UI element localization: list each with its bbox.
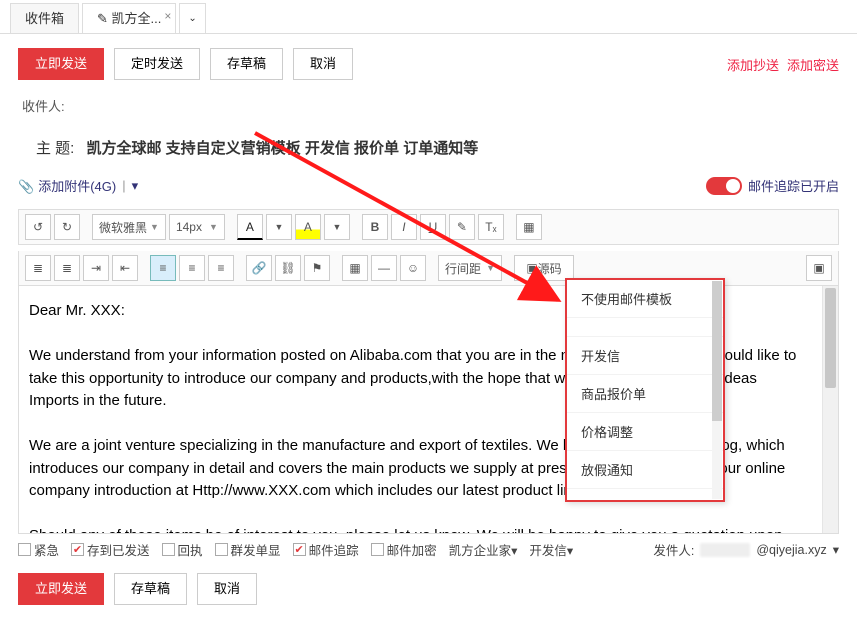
template-item-blank[interactable]	[567, 318, 723, 337]
indent-button[interactable]: ⇥	[83, 255, 109, 281]
add-bcc-link[interactable]: 添加密送	[787, 55, 839, 74]
tab-compose-label: 凯方全...	[112, 11, 162, 26]
template-item-price[interactable]: 价格调整	[567, 413, 723, 451]
template-item-pi[interactable]: PI报价单	[567, 489, 723, 500]
underline-button[interactable]: U	[420, 214, 446, 240]
tab-inbox[interactable]: 收件箱	[10, 3, 79, 33]
sender-label: 发件人:	[653, 540, 694, 559]
insert-image-button[interactable]: ▦	[516, 214, 542, 240]
template-item-quote[interactable]: 商品报价单	[567, 375, 723, 413]
add-attachment-link[interactable]: 添加附件(4G)	[18, 176, 116, 195]
tab-compose[interactable]: ✎ 凯方全... ×	[82, 3, 176, 33]
dropdown-scrollbar[interactable]	[712, 281, 722, 499]
add-cc-link[interactable]: 添加抄送	[727, 55, 779, 74]
sender-redacted	[700, 543, 750, 557]
font-color-caret[interactable]: ▼	[266, 214, 292, 240]
template-select[interactable]: 开发信▾	[529, 540, 573, 559]
link-button[interactable]: 🔗	[246, 255, 272, 281]
send-now-button[interactable]: 立即发送	[18, 48, 104, 80]
redo-button[interactable]: ↻	[54, 214, 80, 240]
body-p4: Should any of these items be of interest…	[29, 525, 804, 533]
table-button[interactable]: ▦	[342, 255, 368, 281]
bg-color-caret[interactable]: ▼	[324, 214, 350, 240]
outdent-button[interactable]: ⇤	[112, 255, 138, 281]
undo-button[interactable]: ↺	[25, 214, 51, 240]
track-label: 邮件追踪已开启	[748, 176, 839, 195]
align-center-button[interactable]: ≡	[179, 255, 205, 281]
signature-select[interactable]: 凯方企业家▾	[449, 540, 518, 559]
cancel-button[interactable]: 取消	[293, 48, 353, 80]
subject-value[interactable]: 凯方全球邮 支持自定义营销模板 开发信 报价单 订单通知等	[87, 140, 479, 157]
bold-button[interactable]: B	[362, 214, 388, 240]
expand-editor-button[interactable]: ▣	[806, 255, 832, 281]
track-toggle[interactable]	[706, 177, 742, 195]
save-sent-checkbox[interactable]: ✔存到已发送	[71, 540, 150, 559]
align-right-button[interactable]: ≡	[208, 255, 234, 281]
attachment-caret[interactable]: ▾	[132, 178, 139, 194]
bg-color-button[interactable]: A	[295, 214, 321, 240]
italic-button[interactable]: I	[391, 214, 417, 240]
template-item-holiday[interactable]: 放假通知	[567, 451, 723, 489]
template-item-none[interactable]: 不使用邮件模板	[567, 280, 723, 318]
cancel-button-bottom[interactable]: 取消	[197, 573, 257, 605]
save-draft-button-bottom[interactable]: 存草稿	[114, 573, 187, 605]
receipt-checkbox[interactable]: 回执	[162, 540, 203, 559]
flag-button[interactable]: ⚑	[304, 255, 330, 281]
font-size-select[interactable]: 14px▼	[169, 214, 225, 240]
subject-label: 主 题:	[36, 140, 74, 157]
close-icon[interactable]: ×	[164, 1, 171, 31]
tab-dropdown[interactable]: ⌄	[179, 3, 205, 33]
send-timed-button[interactable]: 定时发送	[114, 48, 200, 80]
format-painter-button[interactable]: ✎	[449, 214, 475, 240]
ol-button[interactable]: ≣	[54, 255, 80, 281]
save-draft-button[interactable]: 存草稿	[210, 48, 283, 80]
sender-domain[interactable]: @qiyejia.xyz	[756, 543, 826, 557]
editor-scrollbar[interactable]	[822, 286, 838, 533]
recipient-label: 收件人:	[22, 96, 65, 115]
emoji-button[interactable]: ☺	[400, 255, 426, 281]
track-checkbox[interactable]: ✔邮件追踪	[293, 540, 359, 559]
template-dropdown: 不使用邮件模板 开发信 商品报价单 价格调整 放假通知 PI报价单 节日祝福	[565, 278, 725, 502]
attach-divider: |	[122, 178, 125, 193]
compose-icon: ✎	[97, 11, 108, 26]
urgent-checkbox[interactable]: 紧急	[18, 540, 59, 559]
template-item-dev[interactable]: 开发信	[567, 337, 723, 375]
encrypt-checkbox[interactable]: 邮件加密	[371, 540, 437, 559]
font-color-button[interactable]: A	[237, 214, 263, 240]
ul-button[interactable]: ≣	[25, 255, 51, 281]
line-height-select[interactable]: 行间距▼	[438, 255, 502, 281]
clear-format-button[interactable]: Tₓ	[478, 214, 504, 240]
send-now-button-bottom[interactable]: 立即发送	[18, 573, 104, 605]
font-family-select[interactable]: 微软雅黑▼	[92, 214, 166, 240]
sender-caret[interactable]: ▾	[833, 542, 839, 557]
mass-single-checkbox[interactable]: 群发单显	[215, 540, 281, 559]
align-left-button[interactable]: ≡	[150, 255, 176, 281]
hr-button[interactable]: —	[371, 255, 397, 281]
unlink-button[interactable]: ⛓	[275, 255, 301, 281]
